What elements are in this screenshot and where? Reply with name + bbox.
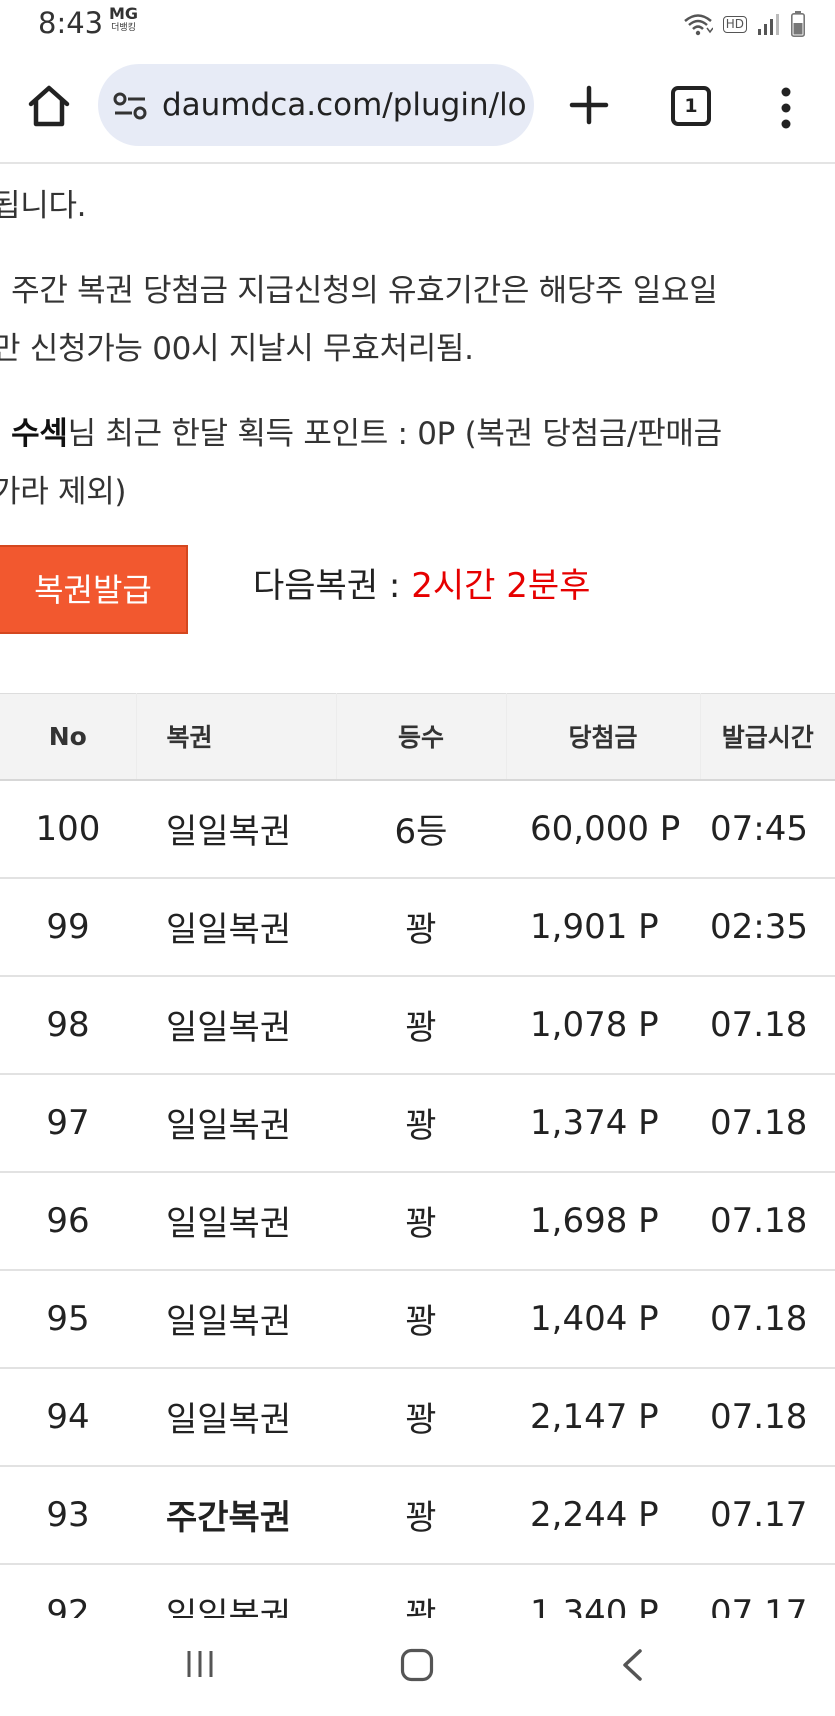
row-no: 92 <box>46 1592 90 1619</box>
status-time: 8:43 <box>38 6 104 40</box>
row-prize: 1,698 P <box>530 1200 659 1241</box>
browser-toolbar: daumdca.com/plugin/lo 1 <box>0 62 835 150</box>
row-issue-time: 07.17 <box>710 1494 808 1535</box>
points-text: 님 최근 한달 획득 포인트 : 0P (복권 당첨금/판매금 <box>67 416 723 452</box>
row-lottery-type: 일일복권 <box>166 1596 292 1618</box>
row-no: 97 <box>46 1102 90 1143</box>
row-prize: 2,147 P <box>530 1396 659 1437</box>
row-prize: 1,340 P <box>530 1592 659 1619</box>
row-rank: 꽝 <box>405 910 437 950</box>
row-prize: 2,244 P <box>530 1494 659 1535</box>
row-lottery-type: 일일복권 <box>166 812 292 852</box>
points-notice: · 수섹님 최근 한달 획득 포인트 : 0P (복권 당첨금/판매금 <box>0 408 722 453</box>
row-issue-time: 07.18 <box>710 1298 808 1339</box>
table-row: 93 주간복권 꽝 2,244 P 07.17 <box>0 1466 835 1564</box>
address-bar[interactable]: daumdca.com/plugin/lo <box>98 64 534 146</box>
row-rank: 6등 <box>394 812 448 852</box>
issue-lottery-button[interactable]: 복권발급 <box>0 545 188 634</box>
tab-switcher-icon[interactable]: 1 <box>671 86 711 126</box>
notice-line: 됩니다. <box>0 188 87 224</box>
notice-bullet: · <box>0 416 11 452</box>
lottery-history-table: No 복권 등수 당첨금 발급시간 100 일일복권 6등 60,000 P 07:45… <box>0 693 835 1618</box>
table-row: 96 일일복권 꽝 1,698 P 07.18 <box>0 1172 835 1270</box>
wifi-icon <box>683 14 713 36</box>
status-icons: HD <box>683 8 805 40</box>
table-row: 92 일일복권 꽝 1,340 P 07.17 <box>0 1564 835 1619</box>
home-icon[interactable] <box>25 82 73 130</box>
signal-icon <box>758 14 779 35</box>
row-no: 99 <box>46 906 90 947</box>
carrier-name: MG <box>109 4 139 23</box>
more-vert-icon[interactable] <box>772 84 800 132</box>
row-issue-time: 07.18 <box>710 1102 808 1143</box>
toolbar-divider <box>0 162 835 164</box>
row-prize: 1,404 P <box>530 1298 659 1339</box>
table-header-row: No 복권 등수 당첨금 발급시간 <box>0 693 835 780</box>
row-rank: 꽝 <box>405 1596 437 1618</box>
row-issue-time: 07.18 <box>710 1396 808 1437</box>
header-prize: 당첨금 <box>505 693 700 780</box>
header-issue-time: 발급시간 <box>699 693 835 780</box>
notice-line: 만 신청가능 00시 지날시 무효처리됨. <box>0 331 474 367</box>
url-text[interactable]: daumdca.com/plugin/lo <box>162 64 530 146</box>
tune-icon[interactable] <box>113 92 147 120</box>
row-lottery-type: 일일복권 <box>166 1106 292 1146</box>
next-lottery-value: 2시간 2분후 <box>411 566 591 606</box>
carrier-sub: 더뱅킹 <box>111 23 136 33</box>
table-row: 97 일일복권 꽝 1,374 P 07.18 <box>0 1074 835 1172</box>
table-row: 94 일일복권 꽝 2,147 P 07.18 <box>0 1368 835 1466</box>
row-lottery-type: 주간복권 <box>166 1498 292 1538</box>
row-issue-time: 07:45 <box>710 808 808 849</box>
header-lottery: 복권 <box>135 693 336 780</box>
row-lottery-type: 일일복권 <box>166 1400 292 1440</box>
row-rank: 꽝 <box>405 1400 437 1440</box>
table-row: 99 일일복권 꽝 1,901 P 02:35 <box>0 878 835 976</box>
row-prize: 1,078 P <box>530 1004 659 1045</box>
battery-icon <box>791 11 805 37</box>
header-no: No <box>48 721 87 751</box>
row-rank: 꽝 <box>405 1302 437 1342</box>
table-row: 100 일일복권 6등 60,000 P 07:45 <box>0 780 835 878</box>
hd-badge: HD <box>722 15 747 33</box>
row-rank: 꽝 <box>405 1008 437 1048</box>
row-issue-time: 07.18 <box>710 1004 808 1045</box>
row-issue-time: 02:35 <box>710 906 808 947</box>
notice-line: · 주간 복권 당첨금 지급신청의 유효기간은 해당주 일요일 <box>0 273 718 309</box>
row-issue-time: 07.17 <box>710 1592 808 1619</box>
row-rank: 꽝 <box>405 1204 437 1244</box>
status-bar: 8:43 MG 더뱅킹 HD <box>0 0 835 50</box>
carrier-logo: MG 더뱅킹 <box>109 4 139 35</box>
notice-line: 가라 제외) <box>0 474 127 510</box>
row-rank: 꽝 <box>405 1106 437 1146</box>
row-no: 100 <box>35 808 101 849</box>
row-lottery-type: 일일복권 <box>166 1204 292 1244</box>
row-lottery-type: 일일복권 <box>166 910 292 950</box>
row-no: 94 <box>46 1396 90 1437</box>
row-no: 95 <box>46 1298 90 1339</box>
system-nav-bar <box>0 1618 835 1716</box>
row-no: 96 <box>46 1200 90 1241</box>
table-row: 98 일일복권 꽝 1,078 P 07.18 <box>0 976 835 1074</box>
next-lottery-timer: 다음복권 : 2시간 2분후 <box>253 558 590 607</box>
row-issue-time: 07.18 <box>710 1200 808 1241</box>
row-lottery-type: 일일복권 <box>166 1302 292 1342</box>
plus-icon[interactable] <box>566 82 612 128</box>
next-lottery-label: 다음복권 : <box>253 566 412 606</box>
row-prize: 60,000 P <box>530 808 681 849</box>
nav-home-icon[interactable] <box>400 1648 434 1682</box>
row-prize: 1,374 P <box>530 1102 659 1143</box>
row-no: 98 <box>46 1004 90 1045</box>
row-rank: 꽝 <box>405 1498 437 1538</box>
row-prize: 1,901 P <box>530 906 659 947</box>
recent-apps-icon[interactable] <box>184 1648 216 1680</box>
back-icon[interactable] <box>620 1648 644 1682</box>
table-row: 95 일일복권 꽝 1,404 P 07.18 <box>0 1270 835 1368</box>
header-rank: 등수 <box>335 693 506 780</box>
username: 수섹 <box>11 416 68 452</box>
row-no: 93 <box>46 1494 90 1535</box>
row-lottery-type: 일일복권 <box>166 1008 292 1048</box>
